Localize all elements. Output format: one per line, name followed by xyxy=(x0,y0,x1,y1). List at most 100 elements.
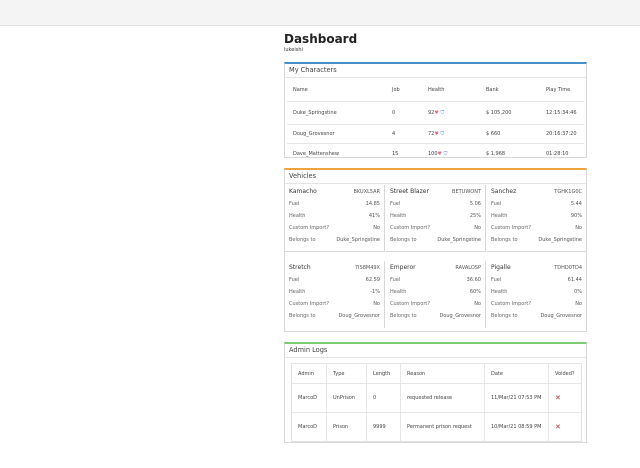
table-row[interactable]: Duke_Springstine 0 92♥ ⛉ $ 105,200 12:15… xyxy=(287,101,584,124)
character-playtime: 12:15:34:46 xyxy=(546,109,577,116)
character-name[interactable]: Duke_Springstine xyxy=(287,101,386,124)
username-label: lukeishi xyxy=(284,47,303,53)
health-row: Health 41% xyxy=(285,210,384,222)
owner-row: Belongs to Duke_Springstine xyxy=(487,234,586,246)
health-value: 60% xyxy=(469,289,481,295)
fuel-row: Fuel 61.44 xyxy=(487,274,586,286)
vehicles-card: Vehicles Kamacho BKUXL5AR Fuel 14.85 Healt… xyxy=(284,168,587,332)
vehicle-card[interactable]: Emperor RAVALOSP Fuel 36.60 Health 60% Cust… xyxy=(386,261,486,328)
log-reason: Permanent prison request xyxy=(400,412,485,442)
table-row[interactable]: Doug_Grovesnor 4 72♥ ⛉ $ 660 20:16:37:20 xyxy=(287,124,584,143)
health-value: 0% xyxy=(574,289,582,295)
health-label: Health xyxy=(491,289,508,295)
col-header: Bank xyxy=(486,86,499,93)
col-header: Type xyxy=(326,363,367,384)
vehicle-name: Sanchez xyxy=(491,188,517,195)
character-name[interactable]: Doug_Grovesnor xyxy=(287,124,386,143)
vehicle-name: Pigalle xyxy=(491,264,511,271)
fuel-row: Fuel 62.59 xyxy=(285,274,384,286)
health-label: Health xyxy=(289,289,306,295)
vehicle-card[interactable]: Street Blazer BETUWONT Fuel 5.06 Health 25%… xyxy=(386,185,486,252)
fuel-label: Fuel xyxy=(289,277,300,283)
fuel-value: 5.06 xyxy=(469,201,481,207)
health-value: 90% xyxy=(570,213,582,219)
log-type: UnPrison xyxy=(326,383,367,413)
vehicle-header: Stretch 7IS8M49X xyxy=(285,261,384,274)
col-header: Play Time xyxy=(546,86,571,93)
custom-import-row: Custom Import? No xyxy=(285,298,384,310)
fuel-row: Fuel 5.06 xyxy=(386,198,485,210)
character-playtime: 20:16:37:20 xyxy=(546,130,577,137)
owner-value: Duke_Springstine xyxy=(336,237,380,243)
log-date: 10/Mar/21 08:59 PM xyxy=(484,412,549,442)
characters-card: My Characters Name Job Health Bank Play … xyxy=(284,62,587,158)
log-length: 9999 xyxy=(366,412,401,442)
owner-label: Belongs to xyxy=(491,237,518,243)
character-job: 0 xyxy=(392,109,396,116)
character-health: 100♥ ⛉ xyxy=(422,143,480,164)
owner-value: Doug_Grovesnor xyxy=(439,313,481,319)
admin-logs-table: Admin Type Length Reason Date Voided? Ma… xyxy=(291,363,582,442)
vehicle-name: Kamacho xyxy=(289,188,317,195)
custom-import-row: Custom Import? No xyxy=(386,222,485,234)
vehicle-name: Stretch xyxy=(289,264,311,271)
character-job: 4 xyxy=(392,130,396,137)
vehicles-card-title: Vehicles xyxy=(285,170,586,184)
vehicle-plate: RAVALOSP xyxy=(455,264,481,271)
vehicle-card[interactable]: Stretch 7IS8M49X Fuel 62.59 Health -1% Cust… xyxy=(285,261,385,328)
custom-import-label: Custom Import? xyxy=(491,301,531,307)
owner-value: Doug_Grovesnor xyxy=(540,313,582,319)
vehicle-header: Sanchez TGHK1G0C xyxy=(487,185,586,198)
character-name[interactable]: Dave_Mattenshew xyxy=(287,143,386,164)
health-label: Health xyxy=(390,213,407,219)
admin-logs-card-title: Admin Logs xyxy=(285,344,586,358)
heart-icon: ♥ xyxy=(434,130,439,137)
vehicle-plate: 7IS8M49X xyxy=(354,264,380,271)
character-bank: $ 1,968 xyxy=(486,150,506,157)
vehicle-card[interactable]: Sanchez TGHK1G0C Fuel 5.44 Health 90% Custo… xyxy=(487,185,586,252)
owner-label: Belongs to xyxy=(289,313,316,319)
owner-value: Doug_Grovesnor xyxy=(338,313,380,319)
vehicle-plate: BETUWONT xyxy=(452,188,481,195)
vehicle-card[interactable]: Kamacho BKUXL5AR Fuel 14.85 Health 41% Cust… xyxy=(285,185,385,252)
custom-import-label: Custom Import? xyxy=(289,301,329,307)
fuel-label: Fuel xyxy=(390,201,401,207)
top-navbar xyxy=(0,0,640,26)
col-header: Voided? xyxy=(555,370,575,377)
health-row: Health 90% xyxy=(487,210,586,222)
custom-import-value: No xyxy=(474,301,481,307)
table-header-row: Name Job Health Bank Play Time xyxy=(287,79,584,101)
custom-import-label: Custom Import? xyxy=(390,301,430,307)
custom-import-label: Custom Import? xyxy=(289,225,329,231)
owner-row: Belongs to Doug_Grovesnor xyxy=(386,310,485,322)
vehicle-card[interactable]: Pigalle TDHD0TD4 Fuel 61.44 Health 0% Custo… xyxy=(487,261,586,328)
col-header: Health xyxy=(428,86,445,93)
custom-import-label: Custom Import? xyxy=(390,225,430,231)
log-voided: ✕ xyxy=(549,384,582,413)
vehicle-header: Street Blazer BETUWONT xyxy=(386,185,485,198)
table-row[interactable]: Dave_Mattenshew 15 100♥ ⛉ $ 1,968 01:28:… xyxy=(287,143,584,164)
owner-label: Belongs to xyxy=(390,237,417,243)
character-job: 15 xyxy=(392,150,399,157)
log-voided: ✕ xyxy=(549,413,582,442)
owner-label: Belongs to xyxy=(289,237,316,243)
fuel-value: 61.44 xyxy=(567,277,582,283)
log-type: Prison xyxy=(326,412,367,442)
custom-import-value: No xyxy=(373,301,380,307)
vehicle-header: Kamacho BKUXL5AR xyxy=(285,185,384,198)
characters-card-title: My Characters xyxy=(285,64,586,78)
col-header: Date xyxy=(484,363,549,384)
health-row: Health 0% xyxy=(487,286,586,298)
admin-logs-card: Admin Logs Admin Type Length Reason Date… xyxy=(284,342,587,443)
col-header: Job xyxy=(392,86,400,93)
shield-icon: ⛉ xyxy=(440,109,445,116)
heart-icon: ♥ xyxy=(434,109,439,116)
owner-row: Belongs to Duke_Springstine xyxy=(285,234,384,246)
log-reason: requested release xyxy=(400,383,485,413)
health-label: Health xyxy=(491,213,508,219)
log-admin: MarcoD xyxy=(291,383,327,413)
character-bank: $ 660 xyxy=(486,130,501,137)
vehicle-plate: BKUXL5AR xyxy=(353,188,380,195)
fuel-value: 5.44 xyxy=(570,201,582,207)
health-value: 25% xyxy=(469,213,481,219)
